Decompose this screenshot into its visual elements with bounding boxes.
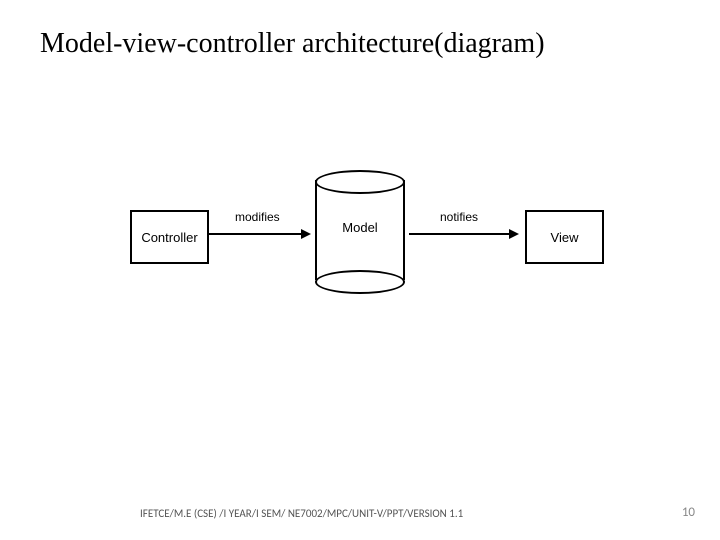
edge-label-notifies: notifies	[440, 210, 478, 224]
edge-label-modifies: modifies	[235, 210, 280, 224]
slide-title: Model-view-controller architecture(diagr…	[40, 28, 545, 60]
page-number: 10	[682, 505, 695, 520]
model-label: Model	[315, 220, 405, 235]
arrow-model-to-view	[409, 233, 517, 235]
controller-box: Controller	[130, 210, 209, 264]
model-cylinder: Model	[315, 170, 405, 290]
mvc-diagram: Controller modifies Model notifies View	[130, 170, 600, 310]
footer-text: IFETCE/M.E (CSE) /I YEAR/I SEM/ NE7002/M…	[140, 507, 463, 520]
view-box: View	[525, 210, 604, 264]
controller-label: Controller	[141, 230, 197, 245]
arrow-controller-to-model	[209, 233, 309, 235]
view-label: View	[551, 230, 579, 245]
